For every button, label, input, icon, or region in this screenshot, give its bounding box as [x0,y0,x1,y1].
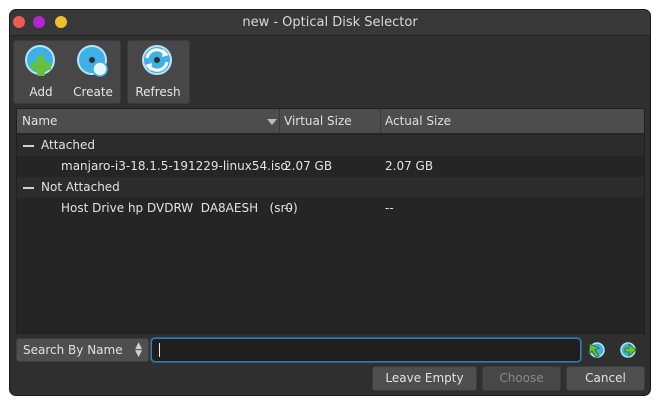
refresh-button-label: Refresh [135,85,181,99]
toolbar-group-disk: Add Create [13,40,121,104]
medium-name: Host Drive hp DVDRW DA8AESH (sr0) [61,201,298,215]
column-name-header[interactable]: Name [22,114,57,128]
add-button[interactable]: Add [16,41,66,103]
title-bar: new - Optical Disk Selector [10,10,650,36]
refresh-icon [142,45,172,75]
search-next-icon[interactable] [619,341,639,359]
medium-actual-size: 2.07 GB [385,159,434,173]
add-disk-icon [25,45,55,76]
column-header-row: Name Virtual Size Actual Size [17,109,644,133]
window-title: new - Optical Disk Selector [242,15,418,30]
table-row[interactable]: manjaro-i3-18.1.5-191229-linux54.iso 2.0… [17,156,644,177]
create-disk-icon [77,45,108,77]
group-label: Attached [41,138,95,152]
medium-actual-size: -- [385,201,394,215]
column-virtual-size-header[interactable]: Virtual Size [284,114,352,128]
search-previous-icon[interactable] [587,341,607,359]
toolbar-group-refresh: Refresh [127,40,190,104]
create-button-label: Create [73,85,113,99]
group-row-not-attached[interactable]: Not Attached [17,177,644,198]
refresh-button[interactable]: Refresh [133,41,183,103]
column-divider[interactable] [279,109,280,133]
collapse-icon[interactable] [23,145,34,147]
add-button-label: Add [29,85,53,99]
group-row-attached[interactable]: Attached [17,135,644,156]
medium-virtual-size: 2.07 GB [284,159,333,173]
medium-virtual-size: -- [284,201,293,215]
media-tree[interactable]: Name Virtual Size Actual Size Attached m… [16,108,645,334]
table-row[interactable]: Host Drive hp DVDRW DA8AESH (sr0) -- -- [17,198,644,219]
search-input[interactable] [151,338,581,362]
text-caret [159,343,160,357]
bottom-bar: Search By Name ▲ ▼ Leave Empty Choose Can… [10,338,650,395]
search-mode-select[interactable]: Search By Name ▲ ▼ [16,338,149,362]
choose-button[interactable]: Choose [482,366,561,391]
column-actual-size-header[interactable]: Actual Size [385,114,451,128]
cancel-button[interactable]: Cancel [566,366,645,391]
sort-descending-icon[interactable] [267,119,277,125]
collapse-icon[interactable] [23,187,34,189]
medium-name: manjaro-i3-18.1.5-191229-linux54.iso [61,159,288,173]
group-label: Not Attached [41,180,120,194]
updown-arrows-icon: ▲ ▼ [135,341,142,359]
search-mode-value: Search By Name [23,343,123,357]
create-button[interactable]: Create [68,41,118,103]
column-divider[interactable] [380,109,381,133]
leave-empty-button[interactable]: Leave Empty [372,366,477,391]
optical-disk-selector-window: new - Optical Disk Selector Add Create R… [10,10,650,395]
